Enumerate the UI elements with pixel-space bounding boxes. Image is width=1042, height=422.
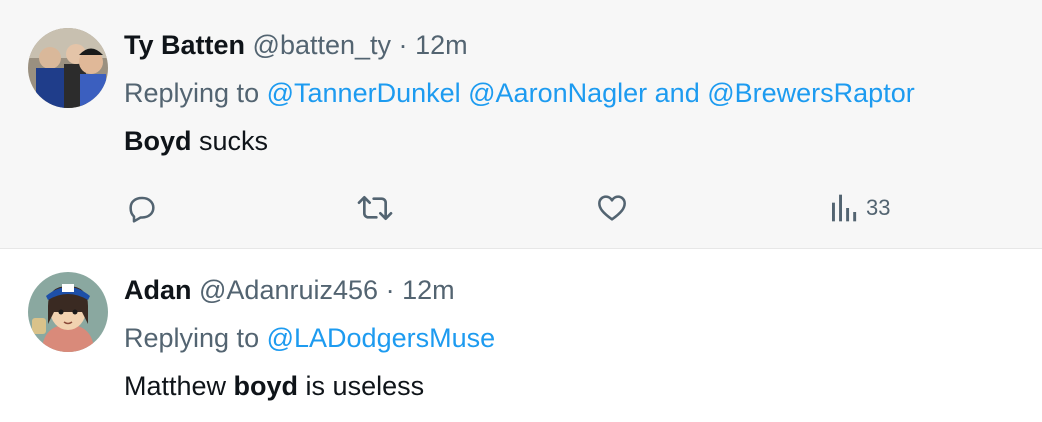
- views-icon: [832, 194, 857, 222]
- reply-button[interactable]: [126, 190, 158, 226]
- retweet-icon: [357, 196, 393, 220]
- author-name[interactable]: Ty Batten: [124, 30, 245, 60]
- author-handle[interactable]: @Adanruiz456: [199, 275, 378, 305]
- timestamp[interactable]: 12m: [402, 275, 455, 305]
- replying-to-label: Replying to: [124, 78, 260, 108]
- timestamp[interactable]: 12m: [415, 30, 468, 60]
- separator-dot: ·: [385, 275, 395, 305]
- avatar-cartoon-icon: [28, 272, 108, 352]
- separator-dot: ·: [398, 30, 408, 60]
- like-button[interactable]: [595, 190, 629, 226]
- avatar[interactable]: [28, 28, 108, 108]
- mention-link[interactable]: @BrewersRaptor: [707, 78, 914, 108]
- tweet-header: Adan @Adanruiz456 · 12m: [124, 275, 455, 306]
- mention-joiner[interactable]: and: [655, 78, 700, 108]
- tweet-actions: 33: [0, 190, 1042, 226]
- heart-icon: [598, 195, 626, 221]
- views-count: 33: [866, 195, 891, 220]
- mention-link[interactable]: @TannerDunkel: [267, 78, 461, 108]
- replying-to: Replying to @TannerDunkel @AaronNagler a…: [124, 78, 915, 109]
- tweet-text-bold: boyd: [233, 371, 299, 401]
- tweet-text: Boyd sucks: [124, 126, 268, 157]
- retweet-button[interactable]: [356, 190, 394, 226]
- tweet-reply[interactable]: Adan @Adanruiz456 · 12m Replying to @LAD…: [0, 249, 1042, 422]
- author-name[interactable]: Adan: [124, 275, 192, 305]
- tweet-text-rest: sucks: [191, 126, 269, 156]
- mention-link[interactable]: @AaronNagler: [468, 78, 647, 108]
- reply-icon: [129, 196, 155, 223]
- tweet-text-after: is useless: [298, 371, 425, 401]
- tweet-header: Ty Batten @batten_ty · 12m: [124, 30, 468, 61]
- replying-to: Replying to @LADodgersMuse: [124, 323, 495, 354]
- tweet-reply[interactable]: Ty Batten @batten_ty · 12m Replying to @…: [0, 0, 1042, 249]
- avatar-photo-icon: [28, 28, 108, 108]
- author-handle[interactable]: @batten_ty: [253, 30, 392, 60]
- mention-link[interactable]: @LADodgersMuse: [267, 323, 496, 353]
- views-button[interactable]: 33: [830, 190, 890, 226]
- tweet-text: Matthew boyd is useless: [124, 371, 424, 402]
- tweet-text-before: Matthew: [124, 371, 234, 401]
- tweet-text-bold: Boyd: [124, 126, 192, 156]
- replying-to-label: Replying to: [124, 323, 260, 353]
- avatar[interactable]: [28, 272, 108, 352]
